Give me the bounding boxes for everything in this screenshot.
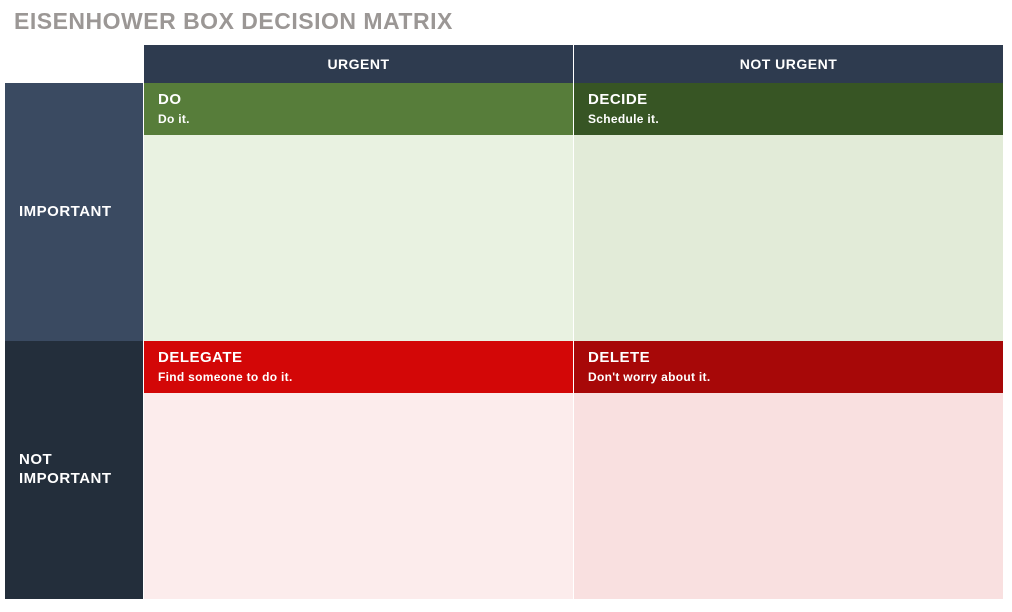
quadrant-do-subtitle: Do it.	[158, 112, 559, 126]
quadrant-decide-subtitle: Schedule it.	[588, 112, 989, 126]
quadrant-decide: DECIDE Schedule it.	[573, 83, 1003, 341]
quadrant-do-header: DO Do it.	[144, 83, 573, 135]
quadrant-do-body	[144, 135, 573, 341]
quadrant-delete: DELETE Don't worry about it.	[573, 341, 1003, 599]
quadrant-delegate-header: DELEGATE Find someone to do it.	[144, 341, 573, 393]
quadrant-delete-header: DELETE Don't worry about it.	[574, 341, 1003, 393]
quadrant-decide-body	[574, 135, 1003, 341]
column-header-urgent: URGENT	[143, 45, 573, 83]
quadrant-delegate: DELEGATE Find someone to do it.	[143, 341, 573, 599]
quadrant-decide-header: DECIDE Schedule it.	[574, 83, 1003, 135]
quadrant-decide-title: DECIDE	[588, 91, 989, 108]
column-header-not-urgent: NOT URGENT	[573, 45, 1003, 83]
eisenhower-matrix: URGENT NOT URGENT IMPORTANT DO Do it. DE…	[5, 45, 1003, 599]
quadrant-delegate-subtitle: Find someone to do it.	[158, 370, 559, 384]
page-title: EISENHOWER BOX DECISION MATRIX	[0, 0, 1012, 45]
quadrant-delete-subtitle: Don't worry about it.	[588, 370, 989, 384]
corner-empty	[5, 45, 143, 83]
quadrant-delete-body	[574, 393, 1003, 599]
row-header-important: IMPORTANT	[5, 83, 143, 341]
quadrant-delete-title: DELETE	[588, 349, 989, 366]
quadrant-delegate-body	[144, 393, 573, 599]
row-header-not-important: NOTIMPORTANT	[5, 341, 143, 599]
quadrant-do: DO Do it.	[143, 83, 573, 341]
quadrant-delegate-title: DELEGATE	[158, 349, 559, 366]
quadrant-do-title: DO	[158, 91, 559, 108]
